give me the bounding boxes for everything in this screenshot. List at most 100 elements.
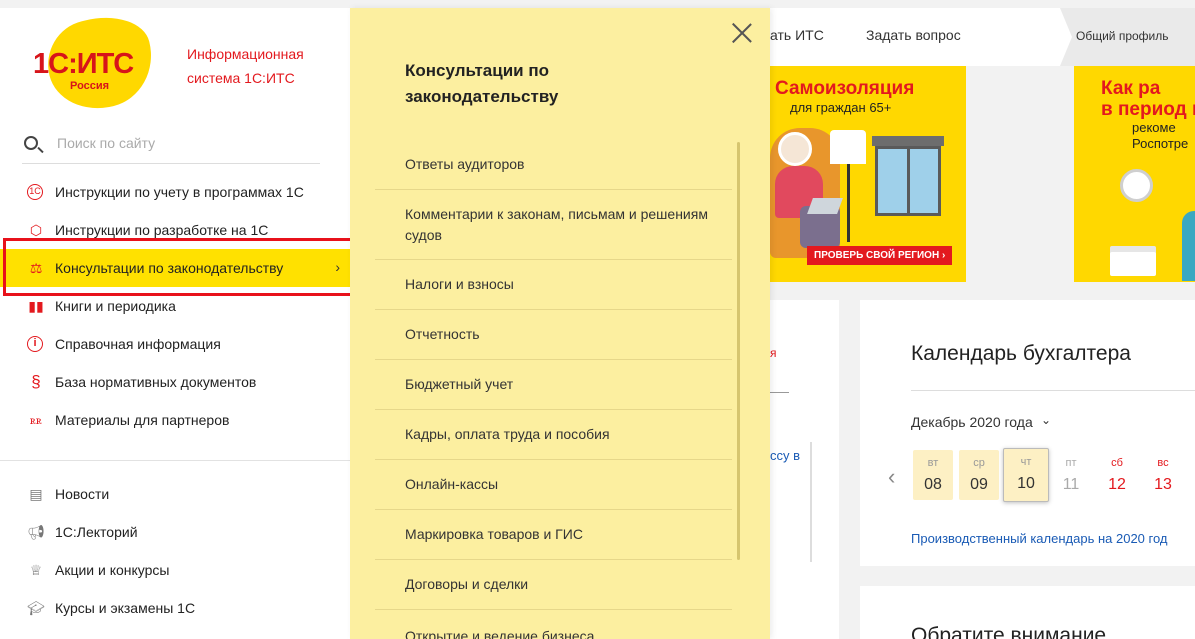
search-box	[22, 124, 320, 164]
info-icon: i	[27, 336, 43, 352]
day-number: 11	[1062, 476, 1080, 493]
chevron-down-icon[interactable]: ⌄	[1041, 413, 1051, 427]
day-name: пт	[1065, 457, 1077, 469]
calendar-day[interactable]: пт 11	[1051, 450, 1091, 500]
attention-title: Обратите внимание	[911, 624, 1107, 639]
calendar-month-select[interactable]: Декабрь 2020 года	[911, 414, 1033, 430]
chevron-right-icon: ›	[335, 259, 340, 275]
submenu-item-reporting[interactable]: Отчетность	[375, 310, 732, 360]
profile-tab-label: Общий профиль	[1076, 29, 1169, 43]
card-fragment-text: я	[770, 346, 777, 360]
1c-icon: 1С	[27, 184, 43, 200]
nav-link-its[interactable]: ать ИТС	[770, 27, 824, 43]
menu-item-regulatory-base[interactable]: § База нормативных документов	[0, 363, 350, 401]
menu-item-news[interactable]: ▤ Новости	[0, 475, 350, 513]
search-icon[interactable]	[24, 136, 38, 150]
clock-icon	[1120, 169, 1153, 202]
day-number: 12	[1108, 476, 1126, 493]
lamp-pole-illustration	[847, 164, 850, 242]
scales-icon: ⚖	[29, 260, 43, 276]
its-logo[interactable]: 1С:ИТС Россия	[28, 6, 163, 120]
calendar-day[interactable]: вс 13	[1143, 450, 1183, 500]
submenu-item-online-cash[interactable]: Онлайн-кассы	[375, 460, 732, 510]
main-menu-panel: 1С:ИТС Россия Информационная система 1С:…	[0, 6, 350, 639]
megaphone-icon: 📢︎	[27, 524, 45, 540]
menu-item-label: Книги и периодика	[55, 298, 176, 314]
menu-item-accounting-instructions[interactable]: 1С Инструкции по учету в программах 1С	[0, 173, 350, 211]
menu-item-legislation-consultations[interactable]: ⚖ Консультации по законодательству ›	[0, 249, 350, 287]
menu-item-label: 1С:Лекторий	[55, 524, 138, 540]
submenu-item-hr-payroll[interactable]: Кадры, оплата труда и пособия	[375, 410, 732, 460]
submenu-item-law-comments[interactable]: Комментарии к законам, письмам и решения…	[375, 190, 732, 260]
menu-divider	[0, 460, 350, 461]
menu-item-label: Инструкции по учету в программах 1С	[55, 184, 304, 200]
banner-title: Как ра в период п	[1101, 78, 1195, 120]
trophy-icon: ♕	[29, 562, 43, 578]
menu-item-reference[interactable]: i Справочная информация	[0, 325, 350, 363]
card-scrollbar[interactable]	[810, 442, 812, 562]
partners-icon: ꭱꭱ	[30, 413, 42, 427]
logo-subtitle: Россия	[70, 80, 110, 92]
news-card: я ссу в	[770, 300, 839, 639]
day-name: чт	[1020, 456, 1032, 468]
day-name: вт	[927, 457, 939, 469]
main-menu: 1С Инструкции по учету в программах 1С ⬡…	[0, 173, 350, 439]
submenu-title: Консультации по законодательству	[405, 61, 559, 106]
banner-subtitle: рекоме Роспотре	[1132, 120, 1189, 151]
submenu-item-business[interactable]: Открытие и ведение бизнеса	[405, 628, 594, 639]
calendar-title: Календарь бухгалтера	[911, 342, 1131, 365]
calendar-day[interactable]: вт 08	[913, 450, 953, 500]
person-illustration	[1182, 211, 1195, 281]
menu-item-label: Акции и конкурсы	[55, 562, 170, 578]
cube-icon: ⬡	[29, 222, 43, 238]
menu-item-courses[interactable]: 🎓︎ Курсы и экзамены 1С	[0, 589, 350, 627]
search-input[interactable]	[57, 124, 317, 162]
attention-card: Обратите внимание	[860, 586, 1195, 639]
divider	[770, 392, 789, 393]
profile-tab[interactable]: Общий профиль	[1060, 8, 1195, 66]
submenu-scrollbar[interactable]	[737, 142, 740, 560]
card-link-fragment[interactable]: ссу в	[770, 448, 800, 463]
banner-subtitle: для граждан 65+	[790, 100, 892, 115]
calendar-day-today[interactable]: чт 10	[1003, 448, 1049, 502]
banner-self-isolation[interactable]: Самоизоляция для граждан 65+ ПРОВЕРЬ СВО…	[770, 66, 966, 282]
production-calendar-link[interactable]: Производственный календарь на 2020 год	[911, 531, 1168, 546]
menu-item-lectorium[interactable]: 📢︎ 1С:Лекторий	[0, 513, 350, 551]
menu-item-label: Новости	[55, 486, 110, 502]
submenu-list: Ответы аудиторов Комментарии к законам, …	[375, 140, 732, 610]
section-icon: §	[31, 372, 41, 391]
menu-item-label: Справочная информация	[55, 336, 221, 352]
day-name: вс	[1157, 457, 1169, 469]
logo-text: 1С:ИТС	[33, 48, 134, 80]
books-icon: ▮▮	[28, 298, 44, 314]
menu-item-partners[interactable]: ꭱꭱ Материалы для партнеров	[0, 401, 350, 439]
submenu-item-budget-accounting[interactable]: Бюджетный учет	[375, 360, 732, 410]
calendar-day[interactable]: сб 12	[1097, 450, 1137, 500]
submenu-item-taxes[interactable]: Налоги и взносы	[375, 260, 732, 310]
divider	[911, 390, 1195, 391]
submenu-item-labeling[interactable]: Маркировка товаров и ГИС	[375, 510, 732, 560]
granny-head-illustration	[778, 132, 812, 166]
nav-link-ask-question[interactable]: Задать вопрос	[866, 27, 961, 43]
check-region-button[interactable]: ПРОВЕРЬ СВОЙ РЕГИОН ›	[807, 246, 953, 265]
calendar-day[interactable]: ср 09	[959, 450, 999, 500]
submenu-item-contracts[interactable]: Договоры и сделки	[375, 560, 732, 610]
books-illustration	[1110, 252, 1156, 276]
window-illustration	[875, 146, 941, 216]
secondary-menu: ▤ Новости 📢︎ 1С:Лекторий ♕ Акции и конку…	[0, 475, 350, 627]
menu-item-label: Материалы для партнеров	[55, 412, 230, 428]
day-number: 10	[1017, 475, 1035, 492]
chevron-left-icon[interactable]: ‹	[888, 464, 895, 490]
menu-item-label: Консультации по законодательству	[55, 260, 284, 276]
accountant-calendar-card: Календарь бухгалтера Декабрь 2020 года ⌄…	[860, 300, 1195, 566]
menu-item-books[interactable]: ▮▮ Книги и периодика	[0, 287, 350, 325]
close-icon[interactable]	[731, 22, 753, 44]
submenu-panel: Консультации по законодательству Ответы …	[350, 8, 770, 639]
menu-item-label: Курсы и экзамены 1С	[55, 600, 196, 616]
menu-item-development-instructions[interactable]: ⬡ Инструкции по разработке на 1С	[0, 211, 350, 249]
day-number: 08	[924, 476, 942, 493]
menu-item-promotions[interactable]: ♕ Акции и конкурсы	[0, 551, 350, 589]
news-icon: ▤	[29, 486, 43, 502]
submenu-item-auditor-answers[interactable]: Ответы аудиторов	[375, 140, 732, 190]
banner-work-period[interactable]: Как ра в период п рекоме Роспотре	[1074, 66, 1195, 282]
